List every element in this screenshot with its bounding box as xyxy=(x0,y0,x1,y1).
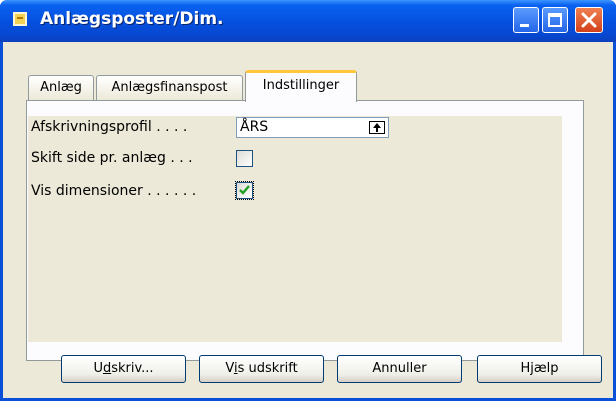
minimize-button[interactable] xyxy=(513,7,539,33)
minimize-icon xyxy=(520,24,529,27)
tab-panel xyxy=(26,100,584,361)
tab-anlaeg[interactable]: Anlæg xyxy=(28,75,94,100)
checkmark-icon xyxy=(239,185,250,195)
page-break-checkbox[interactable] xyxy=(236,150,253,167)
close-icon xyxy=(581,12,597,28)
maximize-button[interactable] xyxy=(542,7,568,33)
print-label-a: U xyxy=(93,361,103,376)
depreciation-profile-value: ÅRS xyxy=(240,119,269,135)
depreciation-profile-field[interactable]: ÅRS xyxy=(236,117,389,138)
maximize-icon xyxy=(548,13,562,27)
app-icon xyxy=(13,12,27,26)
show-dimensions-checkbox[interactable] xyxy=(235,181,254,200)
depreciation-profile-label: Afskrivningsprofil . . . . xyxy=(31,119,188,135)
page-break-label: Skift side pr. anlæg . . . xyxy=(31,150,193,166)
window-title: Anlægsposter/Dim. xyxy=(40,9,224,29)
print-label-b: skriv... xyxy=(111,361,154,376)
preview-button[interactable]: Vis udskrift xyxy=(199,355,324,383)
preview-label-a: V xyxy=(225,361,234,376)
tab-anlaegsfinanspost[interactable]: Anlægsfinanspost xyxy=(96,75,243,100)
preview-label-b: s udskrift xyxy=(237,361,298,376)
title-bar[interactable]: Anlægsposter/Dim. xyxy=(0,0,616,42)
print-label-accel: d xyxy=(102,361,112,376)
help-button[interactable]: Hjælp xyxy=(477,355,602,383)
tab-indstillinger[interactable]: Indstillinger xyxy=(245,70,357,102)
close-button[interactable] xyxy=(575,7,603,33)
lookup-arrow-icon[interactable] xyxy=(369,121,385,134)
print-button[interactable]: Udskriv... xyxy=(61,355,186,383)
cancel-button[interactable]: Annuller xyxy=(337,355,462,383)
show-dimensions-label: Vis dimensioner . . . . . . xyxy=(31,183,197,199)
